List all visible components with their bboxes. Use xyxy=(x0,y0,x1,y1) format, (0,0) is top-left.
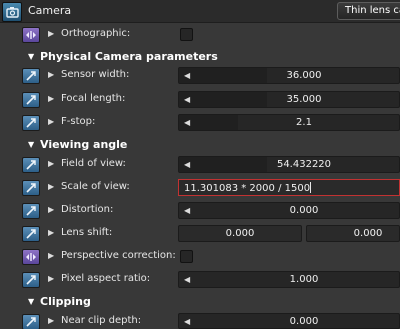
perspective-correction-label: Perspective correction: xyxy=(61,250,176,261)
expand-arrow-icon[interactable]: ▶ xyxy=(48,316,54,325)
f-stop-value: 2.1 xyxy=(296,117,312,128)
sensor-width-slider[interactable]: ◀ 36.000 xyxy=(178,67,400,84)
lens-shift-y-input[interactable]: 0.000 xyxy=(306,225,400,242)
near-clip-depth-slider[interactable]: ◀ 0.000 xyxy=(178,313,400,329)
pixel-aspect-ratio-slider[interactable]: ◀ 1.000 xyxy=(178,271,400,288)
decrement-arrow-icon[interactable]: ◀ xyxy=(184,206,190,215)
collapse-triangle-icon[interactable]: ▼ xyxy=(28,140,34,149)
pin-toggle-icon[interactable] xyxy=(22,314,40,329)
near-clip-depth-row: ▶ Near clip depth: ◀ 0.000 xyxy=(0,310,400,329)
pin-toggle-icon[interactable] xyxy=(22,68,40,84)
orthographic-checkbox[interactable] xyxy=(180,28,193,41)
perspective-icon[interactable] xyxy=(22,249,40,265)
expand-arrow-icon[interactable]: ▶ xyxy=(48,94,54,103)
pixel-aspect-ratio-value: 1.000 xyxy=(289,274,319,285)
field-of-view-slider[interactable]: ◀ 54.432220 xyxy=(178,156,400,173)
expand-arrow-icon[interactable]: ▶ xyxy=(48,182,54,191)
panel-title: Camera xyxy=(28,4,72,17)
decrement-arrow-icon[interactable]: ◀ xyxy=(184,118,190,127)
pixel-aspect-ratio-label: Pixel aspect ratio: xyxy=(61,273,151,284)
sensor-width-label: Sensor width: xyxy=(61,69,130,80)
distortion-row: ▶ Distortion: ◀ 0.000 xyxy=(0,199,400,222)
field-of-view-label: Field of view: xyxy=(61,158,126,169)
lens-type-dropdown[interactable]: Thin lens camera xyxy=(337,2,400,20)
expand-arrow-icon[interactable]: ▶ xyxy=(48,29,54,38)
focal-length-value: 35.000 xyxy=(286,94,322,105)
focal-length-slider[interactable]: ◀ 35.000 xyxy=(178,91,400,108)
camera-icon xyxy=(2,2,22,22)
perspective-correction-checkbox[interactable] xyxy=(180,250,193,263)
pin-toggle-icon[interactable] xyxy=(22,272,40,288)
expand-arrow-icon[interactable]: ▶ xyxy=(48,117,54,126)
section-viewing-label: Viewing angle xyxy=(40,138,128,151)
lens-shift-x-input[interactable]: 0.000 xyxy=(178,225,302,242)
orthographic-row: ▶ Orthographic: xyxy=(0,23,400,46)
expand-arrow-icon[interactable]: ▶ xyxy=(48,251,54,260)
title-bar: Camera Thin lens camera xyxy=(0,0,400,23)
decrement-arrow-icon[interactable]: ◀ xyxy=(184,71,190,80)
distortion-slider[interactable]: ◀ 0.000 xyxy=(178,202,400,219)
pin-toggle-icon[interactable] xyxy=(22,92,40,108)
expand-arrow-icon[interactable]: ▶ xyxy=(48,274,54,283)
pin-toggle-icon[interactable] xyxy=(22,226,40,242)
collapse-triangle-icon[interactable]: ▼ xyxy=(28,52,34,61)
decrement-arrow-icon[interactable]: ◀ xyxy=(184,160,190,169)
near-clip-depth-label: Near clip depth: xyxy=(61,315,142,326)
scale-of-view-label: Scale of view: xyxy=(61,181,130,192)
f-stop-row: ▶ F-stop: ◀ 2.1 xyxy=(0,111,400,134)
expand-arrow-icon[interactable]: ▶ xyxy=(48,70,54,79)
section-physical-label: Physical Camera parameters xyxy=(40,50,218,63)
focal-length-row: ▶ Focal length: ◀ 35.000 xyxy=(0,88,400,111)
pixel-aspect-ratio-row: ▶ Pixel aspect ratio: ◀ 1.000 xyxy=(0,268,400,291)
sensor-width-value: 36.000 xyxy=(286,70,322,81)
expand-arrow-icon[interactable]: ▶ xyxy=(48,159,54,168)
scale-of-view-value: 11.301083 * 2000 / 1500 xyxy=(184,183,311,194)
focal-length-label: Focal length: xyxy=(61,93,126,104)
scale-of-view-input[interactable]: 11.301083 * 2000 / 1500 xyxy=(178,179,400,196)
field-of-view-value: 54.432220 xyxy=(276,159,332,170)
field-of-view-row: ▶ Field of view: ◀ 54.432220 xyxy=(0,153,400,176)
decrement-arrow-icon[interactable]: ◀ xyxy=(184,95,190,104)
pin-toggle-icon[interactable] xyxy=(22,115,40,131)
pin-toggle-icon[interactable] xyxy=(22,180,40,196)
expand-arrow-icon[interactable]: ▶ xyxy=(48,205,54,214)
scale-of-view-row: ▶ Scale of view: 11.301083 * 2000 / 1500 xyxy=(0,176,400,199)
expand-arrow-icon[interactable]: ▶ xyxy=(48,228,54,237)
sensor-width-row: ▶ Sensor width: ◀ 36.000 xyxy=(0,64,400,87)
orthographic-label: Orthographic: xyxy=(61,28,131,39)
distortion-value: 0.000 xyxy=(289,205,319,216)
decrement-arrow-icon[interactable]: ◀ xyxy=(184,275,190,284)
collapse-triangle-icon[interactable]: ▼ xyxy=(28,297,34,306)
near-clip-depth-value: 0.000 xyxy=(289,316,319,327)
f-stop-slider[interactable]: ◀ 2.1 xyxy=(178,114,400,131)
perspective-correction-row: ▶ Perspective correction: xyxy=(0,245,400,268)
decrement-arrow-icon[interactable]: ◀ xyxy=(184,317,190,326)
orthographic-icon[interactable] xyxy=(22,27,40,43)
distortion-label: Distortion: xyxy=(61,204,114,215)
lens-shift-label: Lens shift: xyxy=(61,227,113,238)
pin-toggle-icon[interactable] xyxy=(22,157,40,173)
text-caret xyxy=(310,182,312,193)
lens-shift-row: ▶ Lens shift: 0.000 0.000 xyxy=(0,222,400,245)
pin-toggle-icon[interactable] xyxy=(22,203,40,219)
f-stop-label: F-stop: xyxy=(61,116,96,127)
section-clipping-label: Clipping xyxy=(40,295,91,308)
